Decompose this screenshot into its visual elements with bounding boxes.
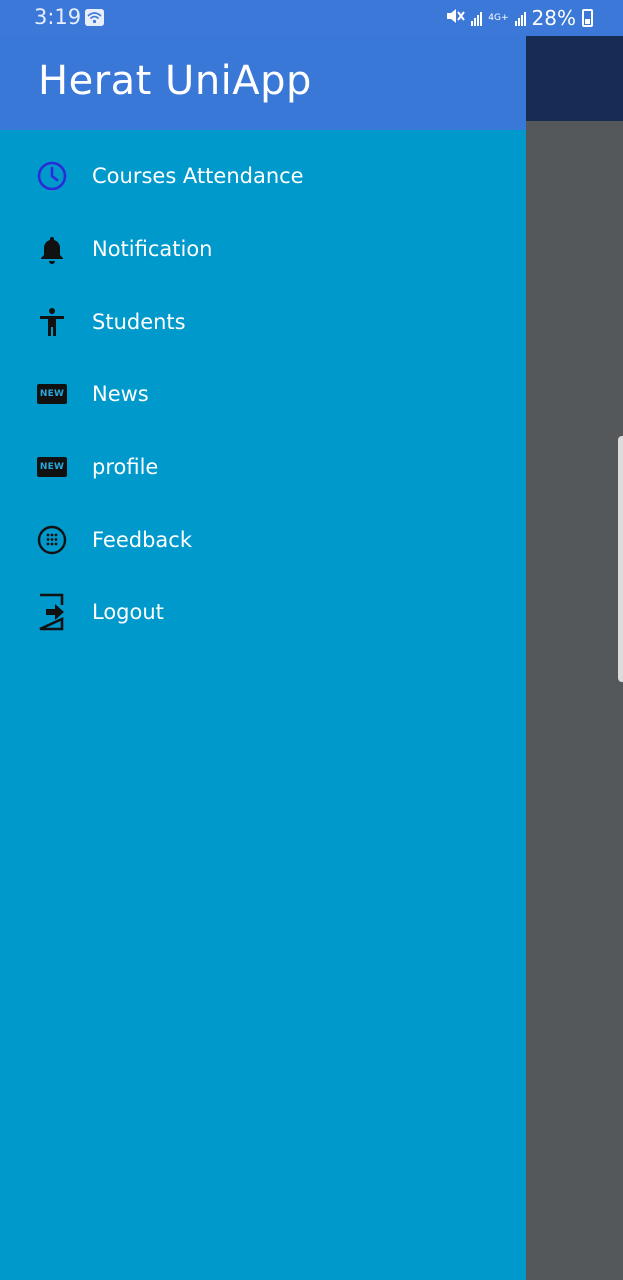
logout-icon	[36, 594, 68, 631]
navigation-drawer: Herat UniApp Courses Attendance Notifica…	[0, 36, 526, 1280]
menu-item-label: Feedback	[92, 527, 193, 552]
network-type-label: 4G+	[488, 12, 509, 23]
menu-item-students[interactable]: Students	[0, 285, 526, 358]
new-badge-text: NEW	[37, 457, 67, 478]
edge-scroll-handle[interactable]	[618, 436, 623, 682]
battery-icon	[582, 9, 593, 27]
wifi-icon	[85, 9, 104, 26]
menu-item-courses-attendance[interactable]: Courses Attendance	[0, 140, 526, 213]
new-badge-icon: NEW	[36, 378, 68, 410]
new-badge-text: NEW	[37, 384, 67, 405]
menu-item-profile[interactable]: NEW profile	[0, 431, 526, 504]
menu-item-logout[interactable]: Logout	[0, 576, 526, 649]
status-time: 3:19	[34, 5, 82, 29]
clock-icon	[36, 160, 68, 192]
battery-percent: 28%	[531, 6, 576, 30]
drawer-title: Herat UniApp	[38, 58, 312, 104]
signal-icon-2	[514, 10, 526, 26]
menu-item-news[interactable]: NEW News	[0, 358, 526, 431]
menu-item-label: News	[92, 382, 149, 407]
menu-item-label: Logout	[92, 600, 164, 625]
bell-icon	[36, 233, 68, 265]
status-bar: 3:19 4G+ 28%	[0, 0, 623, 36]
mute-icon	[445, 7, 466, 29]
menu-item-notification[interactable]: Notification	[0, 213, 526, 286]
accessibility-icon	[36, 306, 68, 338]
menu-item-label: Courses Attendance	[92, 164, 304, 189]
menu-item-label: Students	[92, 309, 186, 334]
menu-item-label: profile	[92, 455, 159, 480]
menu-item-feedback[interactable]: Feedback	[0, 503, 526, 576]
new-badge-icon: NEW	[36, 451, 68, 483]
menu-item-label: Notification	[92, 237, 213, 262]
dialpad-icon	[36, 524, 68, 556]
signal-icon-1	[471, 10, 483, 26]
drawer-header: Herat UniApp	[0, 36, 526, 130]
drawer-menu: Courses Attendance Notification Students	[0, 130, 526, 649]
status-indicators: 4G+ 28%	[445, 6, 593, 30]
